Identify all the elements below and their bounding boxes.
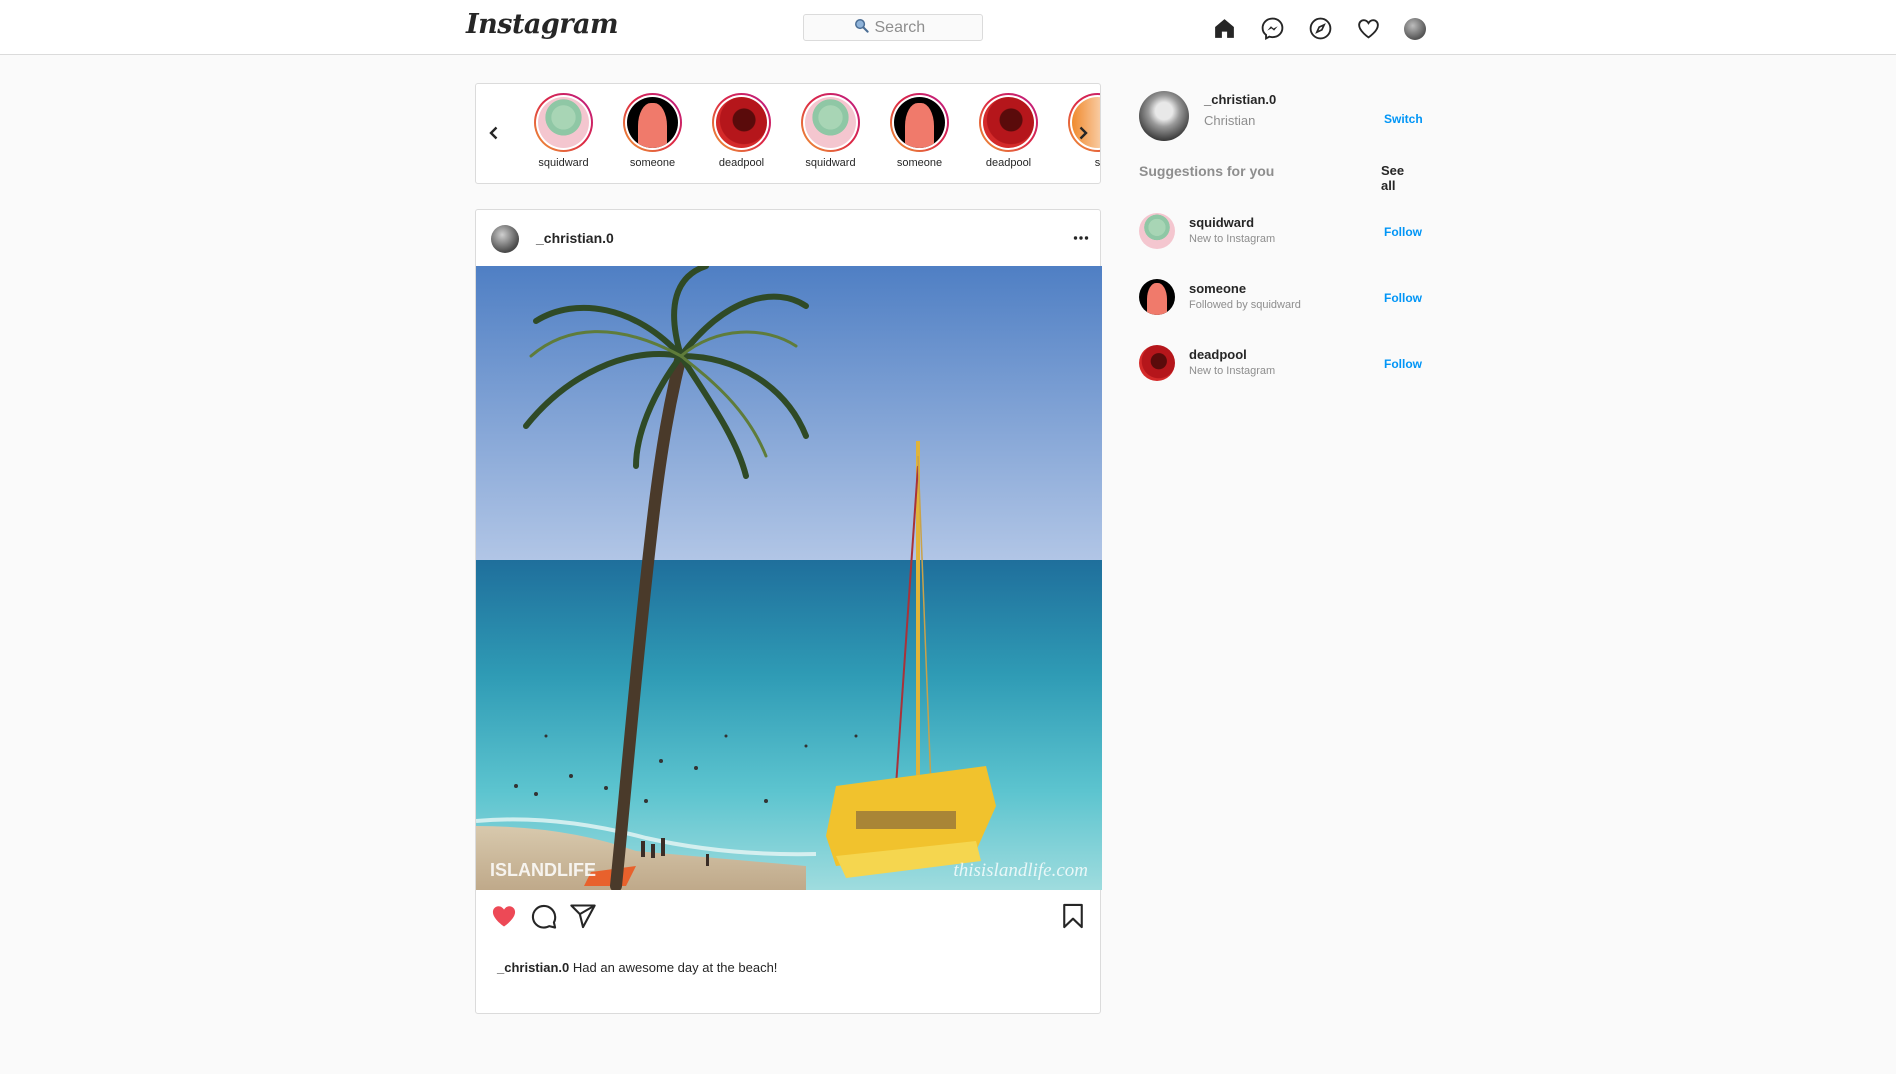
current-user-card: _christian.0 Christian Switch <box>1139 91 1423 141</box>
suggestion-avatar[interactable] <box>1139 345 1175 381</box>
caption-username[interactable]: _christian.0 <box>497 960 569 975</box>
story-username: someone <box>896 157 943 169</box>
story-ring <box>623 93 682 152</box>
activity-heart-icon[interactable] <box>1356 16 1381 41</box>
suggestion-subtitle: New to Instagram <box>1189 233 1276 245</box>
current-user-fullname: Christian <box>1204 113 1256 128</box>
instagram-logo[interactable]: Instagram <box>466 9 619 40</box>
story-ring <box>890 93 949 152</box>
suggestion-subtitle: New to Instagram <box>1189 365 1276 377</box>
comment-icon[interactable] <box>530 902 558 930</box>
suggestion-item: deadpool New to Instagram Follow <box>1139 345 1422 381</box>
suggestions-title: Suggestions for you <box>1139 163 1275 179</box>
story-list: squidward someone deadpool squidward som… <box>534 93 1101 169</box>
story-item[interactable]: deadpool <box>979 93 1038 169</box>
story-item[interactable]: squidward <box>534 93 593 169</box>
post-author-avatar[interactable] <box>491 225 519 253</box>
suggestion-username[interactable]: someone <box>1189 281 1246 296</box>
share-send-icon[interactable] <box>569 902 597 930</box>
story-item[interactable]: someone <box>890 93 949 169</box>
story-avatar <box>894 97 945 148</box>
explore-compass-icon[interactable] <box>1308 16 1333 41</box>
post-author-username[interactable]: _christian.0 <box>536 230 614 246</box>
save-bookmark-icon[interactable] <box>1059 902 1087 930</box>
more-options-icon[interactable] <box>1072 229 1090 247</box>
image-watermark-right: thisislandlife.com <box>953 860 1088 881</box>
follow-button[interactable]: Follow <box>1384 291 1422 305</box>
story-ring <box>979 93 1038 152</box>
post-image[interactable]: ISLANDLIFE thisislandlife.com <box>476 266 1102 890</box>
stories-tray: squidward someone deadpool squidward som… <box>475 83 1101 184</box>
story-username: s <box>1094 157 1101 169</box>
home-icon[interactable] <box>1212 16 1237 41</box>
story-ring <box>712 93 771 152</box>
caption-text: Had an awesome day at the beach! <box>572 960 778 975</box>
story-username: deadpool <box>718 157 765 169</box>
see-all-link[interactable]: See all <box>1381 163 1421 193</box>
story-avatar <box>538 97 589 148</box>
suggestion-avatar[interactable] <box>1139 279 1175 315</box>
story-avatar <box>983 97 1034 148</box>
story-ring <box>1068 93 1100 152</box>
story-item[interactable]: someone <box>623 93 682 169</box>
story-username: someone <box>629 157 676 169</box>
story-ring <box>534 93 593 152</box>
search-input[interactable] <box>874 18 933 37</box>
post-caption: _christian.0 Had an awesome day at the b… <box>497 960 777 975</box>
suggestions-header: Suggestions for you See all <box>1139 163 1421 193</box>
image-watermark-left: ISLANDLIFE <box>490 860 596 880</box>
chevron-left-icon[interactable] <box>485 124 503 142</box>
story-username: deadpool <box>985 157 1032 169</box>
current-user-avatar[interactable] <box>1139 91 1189 141</box>
story-avatar <box>805 97 856 148</box>
suggestion-avatar[interactable] <box>1139 213 1175 249</box>
search-box[interactable] <box>803 14 983 41</box>
current-user-username[interactable]: _christian.0 <box>1204 92 1276 107</box>
suggestion-item: someone Followed by squidward Follow <box>1139 279 1422 315</box>
nav-icons <box>1212 16 1426 41</box>
story-avatar <box>716 97 767 148</box>
feed-post: _christian.0 ISLANDLIFE thisislandlife.c… <box>475 209 1102 1014</box>
story-avatar <box>627 97 678 148</box>
follow-button[interactable]: Follow <box>1384 225 1422 239</box>
suggestion-item: squidward New to Instagram Follow <box>1139 213 1422 249</box>
story-ring <box>801 93 860 152</box>
top-navbar: Instagram <box>0 0 1896 55</box>
switch-account-button[interactable]: Switch <box>1384 112 1423 126</box>
search-icon <box>854 18 869 38</box>
story-username: squidward <box>805 157 856 169</box>
suggestion-subtitle: Followed by squidward <box>1189 299 1301 311</box>
suggestion-username[interactable]: deadpool <box>1189 347 1247 362</box>
nav-profile-avatar[interactable] <box>1404 17 1426 40</box>
suggestion-username[interactable]: squidward <box>1189 215 1254 230</box>
post-header: _christian.0 <box>476 210 1100 266</box>
chevron-right-icon[interactable] <box>1074 124 1092 142</box>
story-item[interactable]: squidward <box>801 93 860 169</box>
like-heart-icon[interactable] <box>490 902 518 930</box>
post-actions-bar <box>476 902 1100 932</box>
story-username: squidward <box>538 157 589 169</box>
story-item[interactable]: deadpool <box>712 93 771 169</box>
messenger-icon[interactable] <box>1260 16 1285 41</box>
follow-button[interactable]: Follow <box>1384 357 1422 371</box>
